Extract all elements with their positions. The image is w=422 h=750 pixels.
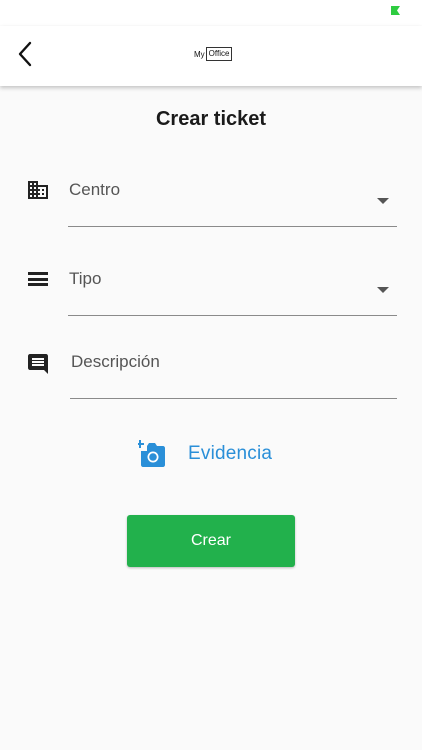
evidence-label: Evidencia [188, 443, 273, 464]
battery-icon [391, 6, 400, 15]
status-bar [0, 0, 422, 26]
dropdown-arrow-icon [377, 198, 389, 204]
building-icon [28, 181, 48, 199]
create-button[interactable]: Crear [127, 515, 295, 567]
comment-icon [28, 354, 48, 374]
back-button[interactable] [10, 38, 40, 70]
page-title: Crear ticket [155, 108, 267, 130]
brand-logo: My Office [194, 46, 233, 62]
brand-logo-text-office: Office [205, 47, 233, 61]
add-photo-icon [138, 440, 165, 467]
brand-logo-text-my: My [194, 49, 205, 59]
tipo-label: Tipo [69, 269, 102, 288]
chevron-left-icon [18, 41, 32, 67]
evidence-button[interactable]: Evidencia [138, 438, 272, 470]
tipo-dropdown[interactable]: Tipo [68, 251, 397, 316]
descripcion-label: Descripción [71, 352, 160, 371]
descripcion-input[interactable]: Descripción [70, 334, 397, 399]
centro-dropdown[interactable]: Centro [68, 162, 397, 227]
centro-label: Centro [69, 180, 121, 199]
app-bar: My Office [0, 26, 422, 86]
list-lines-icon [28, 272, 48, 286]
dropdown-arrow-icon [377, 287, 389, 293]
